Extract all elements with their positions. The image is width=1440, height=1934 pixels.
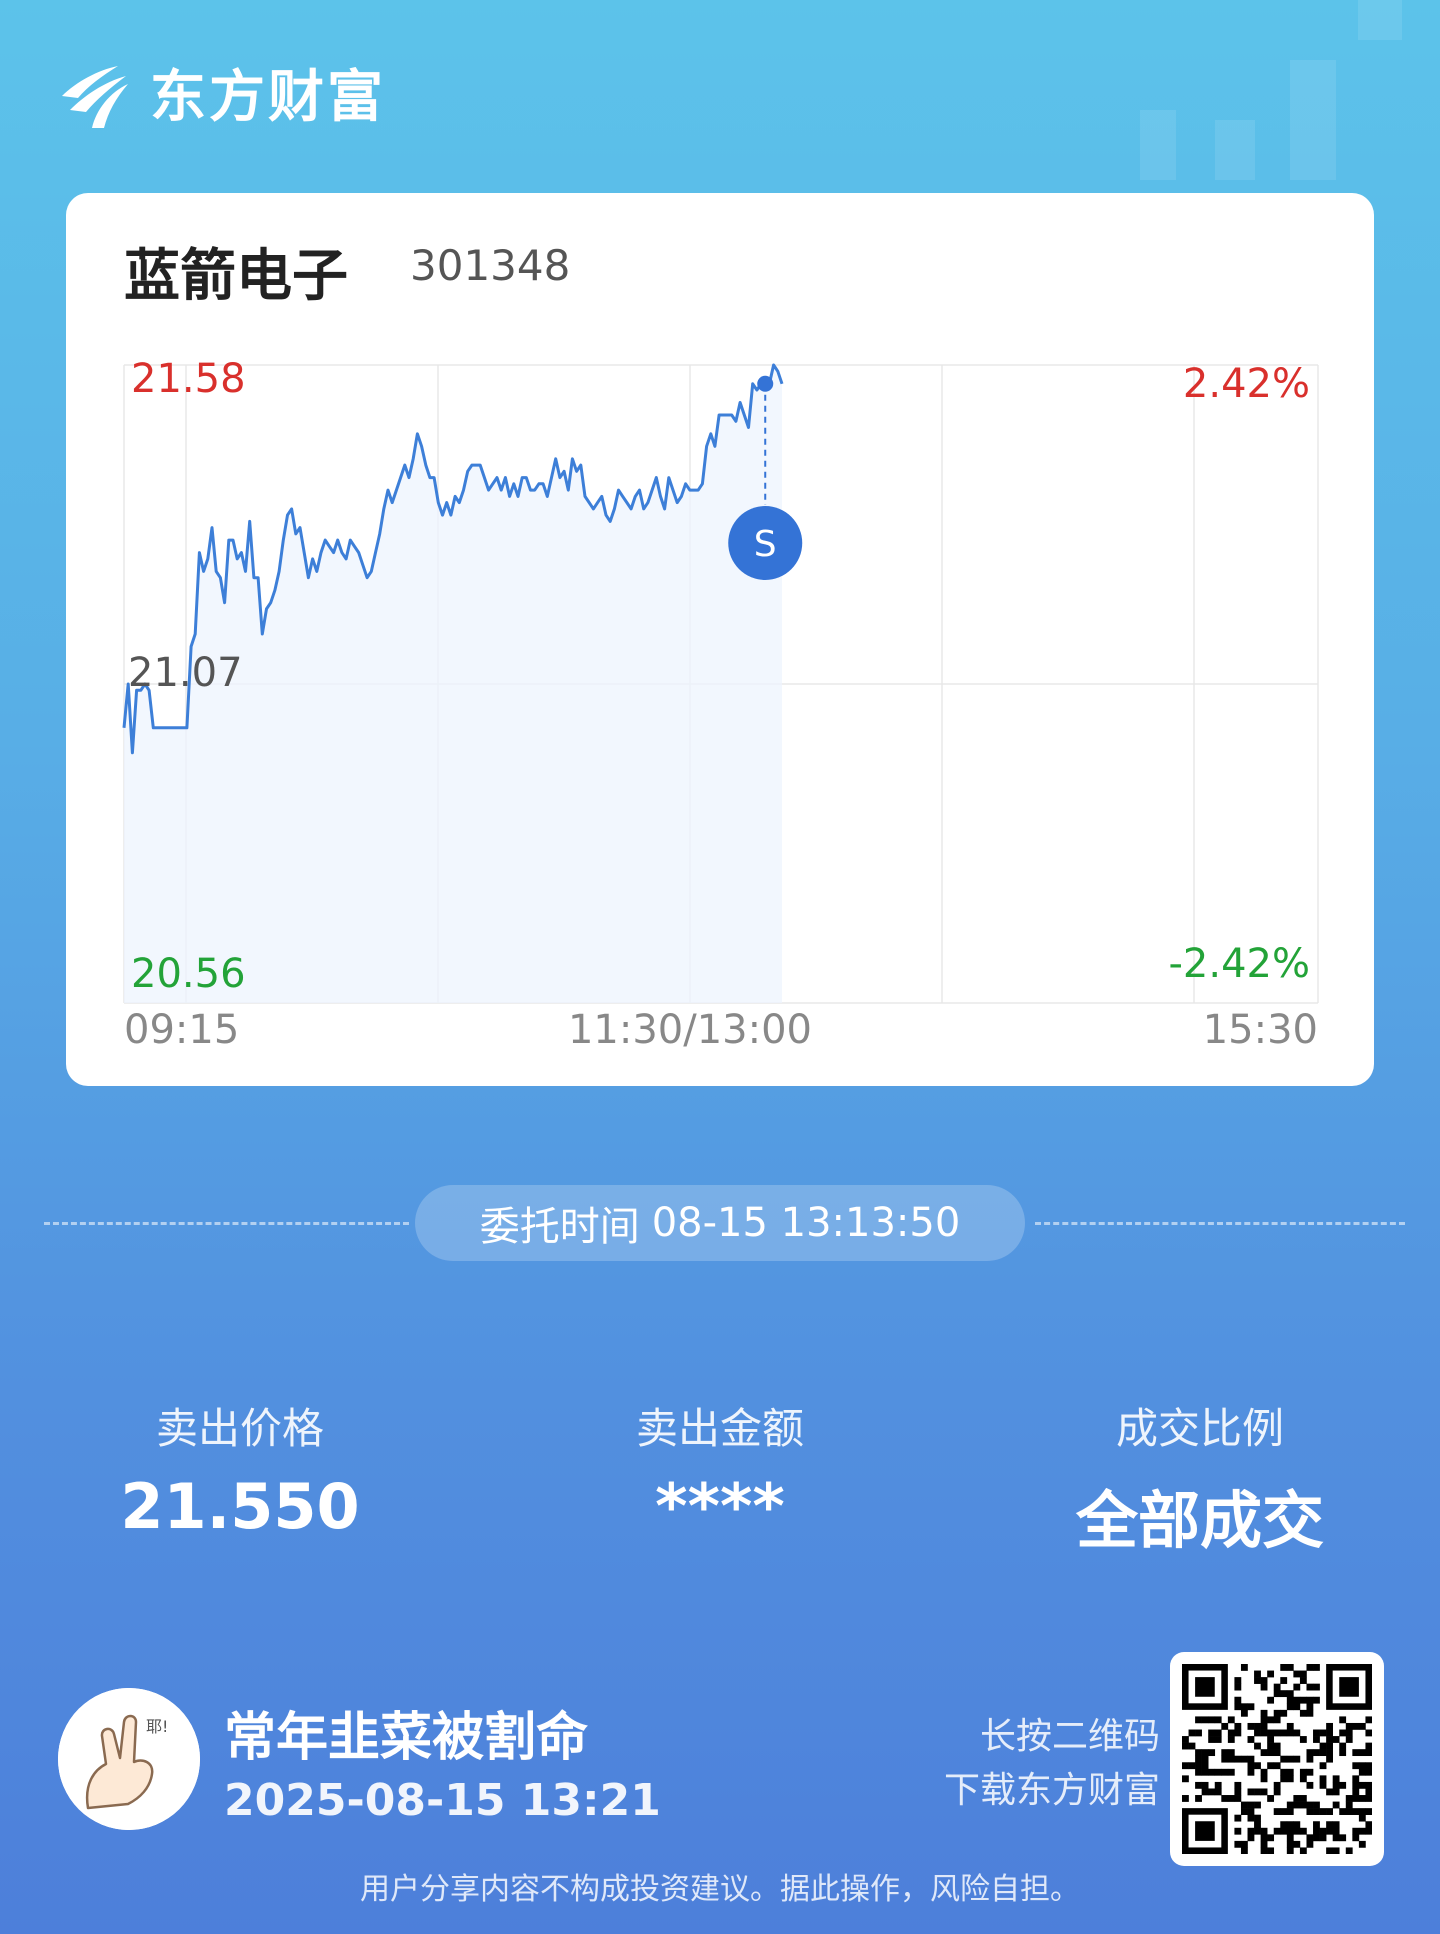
pct-label-bottom: -2.42% bbox=[1168, 941, 1310, 987]
avatar[interactable]: 耶! bbox=[58, 1688, 200, 1830]
stat-sell-price: 卖出价格 21.550 bbox=[60, 1395, 420, 1543]
pct-label-top: 2.42% bbox=[1183, 361, 1310, 407]
x-tick-close: 15:30 bbox=[1203, 1007, 1318, 1053]
brand-name: 东方财富 bbox=[150, 64, 386, 130]
sell-marker-label: S bbox=[754, 524, 777, 565]
qr-tip: 长按二维码 下载东方财富 bbox=[880, 1710, 1160, 1818]
divider-right bbox=[1035, 1222, 1405, 1225]
stat-label: 成交比例 bbox=[1115, 1404, 1284, 1453]
y-label-mid: 21.07 bbox=[128, 650, 243, 696]
stat-label: 卖出价格 bbox=[155, 1404, 324, 1453]
qr-tip-line1: 长按二维码 bbox=[979, 1716, 1160, 1757]
bg-candle bbox=[1290, 60, 1336, 180]
brand-logo: 东方财富 bbox=[56, 52, 386, 132]
stock-card: 蓝箭电子 301348 S 21.58 21.07 20.56 2.42% -2… bbox=[66, 193, 1374, 1086]
avatar-hand-icon: 耶! bbox=[58, 1688, 200, 1830]
x-tick-midday: 11:30/13:00 bbox=[568, 1007, 812, 1053]
brand-logo-icon bbox=[62, 66, 128, 128]
qr-code[interactable] bbox=[1170, 1652, 1384, 1866]
intraday-chart: S 21.58 21.07 20.56 2.42% -2.42% 09:15 1… bbox=[122, 356, 1319, 1053]
marker-dot bbox=[757, 375, 774, 392]
user-nickname: 常年韭菜被割命 bbox=[224, 1708, 589, 1768]
avatar-text: 耶! bbox=[146, 1717, 168, 1736]
y-label-top: 21.58 bbox=[131, 356, 246, 402]
x-tick-open: 09:15 bbox=[124, 1007, 239, 1053]
bg-candle bbox=[1215, 120, 1255, 180]
order-time-value: 08-15 13:13:50 bbox=[651, 1200, 961, 1246]
stat-fill-ratio: 成交比例 全部成交 bbox=[1020, 1395, 1380, 1560]
stat-label: 卖出金额 bbox=[635, 1404, 804, 1453]
bg-candle bbox=[1140, 110, 1176, 180]
disclaimer: 用户分享内容不构成投资建议。据此操作，风险自担。 bbox=[360, 1872, 1080, 1907]
share-time: 2025-08-15 13:21 bbox=[224, 1775, 661, 1826]
bg-candle bbox=[1358, 0, 1402, 40]
qr-tip-line2: 下载东方财富 bbox=[943, 1770, 1160, 1811]
order-time-label: 委托时间 bbox=[479, 1204, 640, 1250]
qr-code-icon bbox=[1182, 1664, 1372, 1854]
stat-value: **** bbox=[655, 1470, 785, 1543]
stat-sell-amount: 卖出金额 **** bbox=[540, 1395, 900, 1543]
order-time-pill: 委托时间 08-15 13:13:50 bbox=[415, 1185, 1025, 1261]
stat-value: 全部成交 bbox=[1075, 1484, 1324, 1557]
y-label-bottom: 20.56 bbox=[131, 951, 246, 997]
divider-left bbox=[44, 1222, 409, 1225]
stat-value: 21.550 bbox=[120, 1470, 360, 1543]
